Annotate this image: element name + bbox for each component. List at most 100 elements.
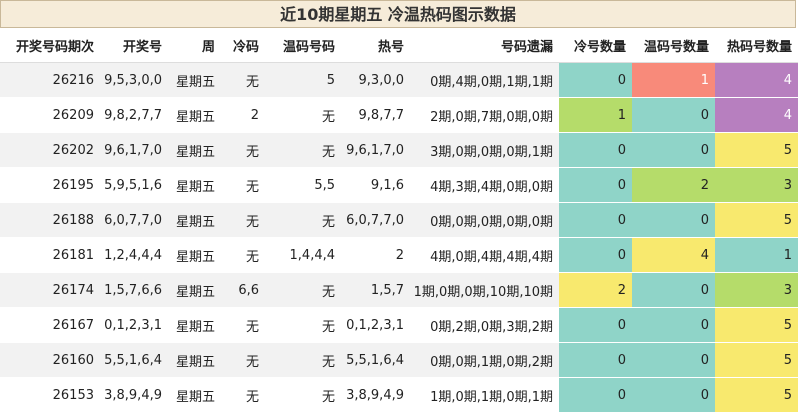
cell-miss: 4期,3期,4期,0期,0期 <box>410 167 559 203</box>
cell-weekday: 星期五 <box>168 202 221 238</box>
cell-cold-count: 0 <box>559 202 632 238</box>
cell-miss: 1期,0期,0期,10期,10期 <box>410 272 559 308</box>
cell-numbers: 1,5,7,6,6 <box>100 272 168 308</box>
cell-period: 26202 <box>0 132 100 168</box>
header-weekday: 周 <box>168 28 221 63</box>
cell-cold: 无 <box>221 62 265 98</box>
header-warm: 温码号码 <box>265 28 341 63</box>
cell-warm-count: 2 <box>632 167 715 203</box>
cell-warm-count: 0 <box>632 97 715 133</box>
cell-weekday: 星期五 <box>168 132 221 168</box>
header-hot: 热号 <box>341 28 410 63</box>
cell-warm: 无 <box>265 272 341 308</box>
cell-cold-count: 0 <box>559 167 632 203</box>
cell-cold: 无 <box>221 377 265 413</box>
table-row: 26153 3,8,9,4,9 星期五无无 3,8,9,4,9 1期,0期,1期,0期,… <box>0 377 798 413</box>
table-row: 26160 5,5,1,6,4 星期五无无 5,5,1,6,4 0期,0期,1期,0期,… <box>0 342 798 378</box>
cell-weekday: 星期五 <box>168 97 221 133</box>
cell-hot-count: 5 <box>715 202 798 238</box>
cell-cold: 无 <box>221 342 265 378</box>
cell-numbers: 9,6,1,7,0 <box>100 132 168 168</box>
cell-hot: 9,8,7,7 <box>341 97 410 133</box>
header-cold-count: 冷号数量 <box>559 28 632 63</box>
data-table: 开奖号码期次 开奖号 周 冷码 温码号码 热号 号码遗漏 冷号数量 温码号数量 … <box>0 28 798 413</box>
cell-cold-count: 0 <box>559 237 632 273</box>
header-hot-count: 热码号数量 <box>715 28 798 63</box>
cell-warm-count: 0 <box>632 132 715 168</box>
cell-cold: 无 <box>221 167 265 203</box>
cell-weekday: 星期五 <box>168 167 221 203</box>
cell-period: 26153 <box>0 377 100 413</box>
cell-hot: 9,6,1,7,0 <box>341 132 410 168</box>
cell-cold: 无 <box>221 202 265 238</box>
cell-weekday: 星期五 <box>168 377 221 413</box>
cell-hot: 1,5,7 <box>341 272 410 308</box>
cell-warm: 无 <box>265 342 341 378</box>
cell-numbers: 6,0,7,7,0 <box>100 202 168 238</box>
cell-period: 26160 <box>0 342 100 378</box>
cell-hot: 3,8,9,4,9 <box>341 377 410 413</box>
cell-hot-count: 3 <box>715 167 798 203</box>
cell-warm: 无 <box>265 132 341 168</box>
cell-hot-count: 5 <box>715 342 798 378</box>
cell-weekday: 星期五 <box>168 237 221 273</box>
cell-miss: 3期,0期,0期,0期,1期 <box>410 132 559 168</box>
cell-period: 26181 <box>0 237 100 273</box>
cell-hot: 9,3,0,0 <box>341 62 410 98</box>
cell-numbers: 1,2,4,4,4 <box>100 237 168 273</box>
cell-hot: 5,5,1,6,4 <box>341 342 410 378</box>
cell-period: 26216 <box>0 62 100 98</box>
cell-weekday: 星期五 <box>168 62 221 98</box>
cell-hot-count: 3 <box>715 272 798 308</box>
header-numbers: 开奖号 <box>100 28 168 63</box>
cell-weekday: 星期五 <box>168 272 221 308</box>
table-row: 26202 9,6,1,7,0 星期五无无 9,6,1,7,0 3期,0期,0期,0期,… <box>0 132 798 168</box>
cell-cold-count: 0 <box>559 342 632 378</box>
header-miss: 号码遗漏 <box>410 28 559 63</box>
cell-period: 26174 <box>0 272 100 308</box>
cell-cold: 无 <box>221 237 265 273</box>
cell-period: 26195 <box>0 167 100 203</box>
table-row: 26195 5,9,5,1,6 星期五无 5,5 9,1,6 4期,3期,4期,0期,0期… <box>0 167 798 203</box>
cold-warm-hot-panel: 近10期星期五 冷温热码图示数据 开奖号码期次 开奖号 周 冷码 温码号码 热号… <box>0 0 798 413</box>
cell-miss: 0期,0期,1期,0期,2期 <box>410 342 559 378</box>
cell-warm: 无 <box>265 377 341 413</box>
cell-miss: 0期,0期,0期,0期,0期 <box>410 202 559 238</box>
cell-hot: 2 <box>341 237 410 273</box>
cell-cold: 2 <box>221 97 265 133</box>
cell-miss: 4期,0期,4期,4期,4期 <box>410 237 559 273</box>
table-row: 26216 9,5,3,0,0 星期五无 5 9,3,0,0 0期,4期,0期,1期,1期… <box>0 62 798 98</box>
cell-warm: 1,4,4,4 <box>265 237 341 273</box>
cell-warm: 无 <box>265 307 341 343</box>
header-period: 开奖号码期次 <box>0 28 100 63</box>
cell-numbers: 3,8,9,4,9 <box>100 377 168 413</box>
cell-warm-count: 0 <box>632 342 715 378</box>
cell-cold-count: 0 <box>559 132 632 168</box>
table-row: 26181 1,2,4,4,4 星期五无 1,4,4,4 2 4期,0期,4期,4期,4期… <box>0 237 798 273</box>
cell-warm-count: 0 <box>632 272 715 308</box>
table-row: 26188 6,0,7,7,0 星期五无无 6,0,7,7,0 0期,0期,0期,0期,… <box>0 202 798 238</box>
cell-miss: 2期,0期,7期,0期,0期 <box>410 97 559 133</box>
cell-period: 26209 <box>0 97 100 133</box>
cell-cold: 6,6 <box>221 272 265 308</box>
cell-numbers: 5,5,1,6,4 <box>100 342 168 378</box>
cell-warm: 5 <box>265 62 341 98</box>
cell-hot-count: 5 <box>715 132 798 168</box>
cell-numbers: 0,1,2,3,1 <box>100 307 168 343</box>
cell-hot: 9,1,6 <box>341 167 410 203</box>
table-body: 26216 9,5,3,0,0 星期五无 5 9,3,0,0 0期,4期,0期,1期,1期… <box>0 62 798 413</box>
cell-cold-count: 1 <box>559 97 632 133</box>
table-row: 26174 1,5,7,6,6 星期五 6,6 无 1,5,7 1期,0期,0期,10期,1… <box>0 272 798 308</box>
cell-warm-count: 0 <box>632 377 715 413</box>
cell-warm: 无 <box>265 202 341 238</box>
table-row: 26167 0,1,2,3,1 星期五无无 0,1,2,3,1 0期,2期,0期,3期,… <box>0 307 798 343</box>
cell-period: 26188 <box>0 202 100 238</box>
cell-cold-count: 0 <box>559 377 632 413</box>
cell-warm: 无 <box>265 97 341 133</box>
cell-cold-count: 0 <box>559 62 632 98</box>
cell-numbers: 5,9,5,1,6 <box>100 167 168 203</box>
cell-warm-count: 0 <box>632 202 715 238</box>
header-cold: 冷码 <box>221 28 265 63</box>
cell-warm: 5,5 <box>265 167 341 203</box>
cell-cold-count: 0 <box>559 307 632 343</box>
